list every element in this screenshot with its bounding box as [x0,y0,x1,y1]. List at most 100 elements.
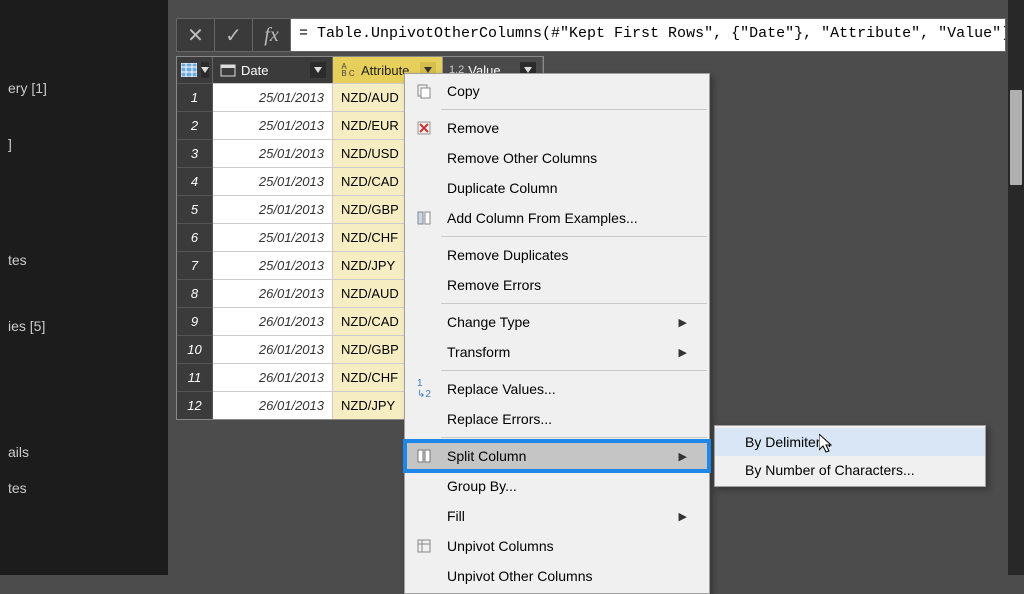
menu-remove[interactable]: Remove [405,113,709,143]
sidebar-item[interactable] [0,106,168,126]
menu-label: Change Type [447,314,530,330]
x-icon: ✕ [187,23,204,48]
cell-date[interactable]: 25/01/2013 [213,83,333,111]
text-type-icon: AB C [339,61,357,79]
menu-add-column-from-examples[interactable]: Add Column From Examples... [405,203,709,233]
menu-label: Unpivot Columns [447,538,554,554]
menu-label: Remove Other Columns [447,150,597,166]
menu-label: Add Column From Examples... [447,210,638,226]
row-number-cell: 5 [177,195,213,223]
cell-date[interactable]: 25/01/2013 [213,195,333,223]
accept-formula-button[interactable]: ✓ [215,19,253,51]
menu-label: Replace Errors... [447,411,552,427]
menu-separator [441,437,707,438]
row-number-cell: 12 [177,391,213,419]
menu-label: Replace Values... [447,381,556,397]
queries-panel: ery [1] ] tes ies [5] ails tes [0,0,168,575]
sidebar-item[interactable]: tes [0,242,168,278]
menu-separator [441,370,707,371]
row-number-cell: 11 [177,363,213,391]
fx-button[interactable]: fx [253,19,291,51]
cell-date[interactable]: 25/01/2013 [213,251,333,279]
remove-icon [413,117,435,139]
menu-label: Remove Errors [447,277,541,293]
column-header-date[interactable]: Date [213,57,333,83]
menu-label: Remove [447,120,499,136]
settings-pane-collapsed[interactable] [1008,0,1024,575]
menu-label: By Delimiter... [745,434,831,450]
sidebar-item[interactable]: ails [0,434,168,470]
menu-copy[interactable]: Copy [405,76,709,106]
menu-group-by[interactable]: Group By... [405,471,709,501]
menu-label: By Number of Characters... [745,462,915,478]
menu-label: Copy [447,83,480,99]
menu-duplicate-column[interactable]: Duplicate Column [405,173,709,203]
cell-date[interactable]: 25/01/2013 [213,223,333,251]
menu-label: Remove Duplicates [447,247,568,263]
scrollbar-thumb[interactable] [1010,90,1022,185]
submenu-arrow-icon: ▶ [679,346,687,359]
filter-dropdown-button[interactable] [310,62,326,78]
menu-label: Fill [447,508,465,524]
menu-replace-values[interactable]: 1↳2 Replace Values... [405,374,709,404]
replace-icon: 1↳2 [413,378,435,400]
date-type-icon [219,61,237,79]
sidebar-item[interactable]: tes [0,470,168,506]
menu-label: Transform [447,344,510,360]
menu-transform[interactable]: Transform ▶ [405,337,709,367]
cell-date[interactable]: 26/01/2013 [213,391,333,419]
split-column-submenu: By Delimiter... By Number of Characters.… [714,425,986,487]
menu-separator [441,236,707,237]
chevron-down-icon[interactable] [201,62,209,78]
row-number-cell: 2 [177,111,213,139]
row-number-cell: 1 [177,83,213,111]
cell-date[interactable]: 26/01/2013 [213,279,333,307]
menu-change-type[interactable]: Change Type ▶ [405,307,709,337]
row-number-header[interactable] [177,57,213,83]
sidebar-item[interactable]: ies [5] [0,308,168,344]
menu-separator [441,303,707,304]
column-context-menu: Copy Remove Remove Other Columns Duplica… [404,73,710,594]
cell-date[interactable]: 25/01/2013 [213,111,333,139]
menu-fill[interactable]: Fill▶ [405,501,709,531]
table-icon [181,61,197,79]
menu-unpivot-columns[interactable]: Unpivot Columns [405,531,709,561]
unpivot-icon [413,535,435,557]
cell-date[interactable]: 25/01/2013 [213,139,333,167]
row-number-cell: 6 [177,223,213,251]
menu-replace-errors[interactable]: Replace Errors... [405,404,709,434]
row-number-cell: 9 [177,307,213,335]
menu-label: Group By... [447,478,517,494]
formula-input[interactable]: = Table.UnpivotOtherColumns(#"Kept First… [291,19,1005,51]
row-number-cell: 7 [177,251,213,279]
menu-remove-errors[interactable]: Remove Errors [405,270,709,300]
split-column-icon [413,445,435,467]
check-icon: ✓ [225,23,242,48]
menu-label: Unpivot Other Columns [447,568,593,584]
row-number-cell: 10 [177,335,213,363]
cell-date[interactable]: 26/01/2013 [213,335,333,363]
submenu-arrow-icon: ▶ [679,450,687,463]
submenu-by-delimiter[interactable]: By Delimiter... [715,428,985,456]
cancel-formula-button[interactable]: ✕ [177,19,215,51]
cell-date[interactable]: 26/01/2013 [213,363,333,391]
menu-remove-duplicates[interactable]: Remove Duplicates [405,240,709,270]
column-header-label: Date [241,63,268,78]
menu-label: Duplicate Column [447,180,558,196]
menu-split-column[interactable]: Split Column ▶ [405,441,709,471]
row-number-cell: 3 [177,139,213,167]
column-header-label: Attribute [361,63,409,78]
sidebar-item[interactable]: ery [1] [0,70,168,106]
row-number-cell: 4 [177,167,213,195]
menu-separator [441,109,707,110]
formula-bar: ✕ ✓ fx = Table.UnpivotOtherColumns(#"Kep… [176,18,1006,52]
sidebar-item[interactable]: ] [0,126,168,162]
cell-date[interactable]: 25/01/2013 [213,167,333,195]
add-column-icon [413,207,435,229]
menu-unpivot-other-columns[interactable]: Unpivot Other Columns [405,561,709,591]
menu-remove-other-columns[interactable]: Remove Other Columns [405,143,709,173]
submenu-arrow-icon: ▶ [679,316,687,329]
cell-date[interactable]: 26/01/2013 [213,307,333,335]
submenu-by-number-of-characters[interactable]: By Number of Characters... [715,456,985,484]
copy-icon [413,80,435,102]
